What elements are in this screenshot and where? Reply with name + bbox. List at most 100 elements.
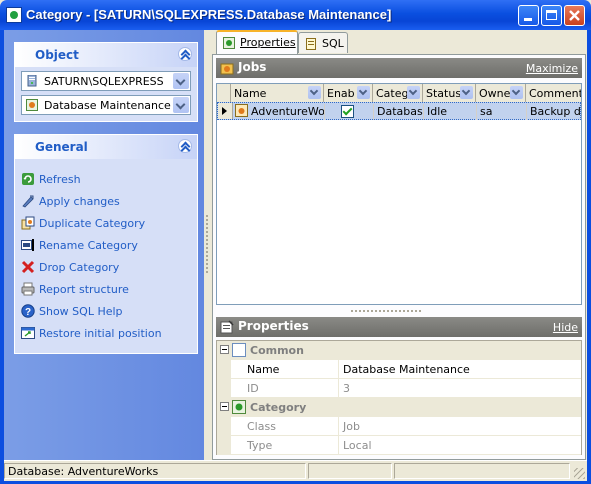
property-type-value: Local: [343, 439, 372, 452]
status-bar: Database: AdventureWorks: [4, 460, 587, 481]
filter-dropdown-icon[interactable]: [308, 86, 321, 99]
filter-dropdown-icon[interactable]: [357, 86, 370, 99]
hide-link[interactable]: Hide: [553, 321, 578, 334]
general-group: General Refresh Apply changes Duplicate …: [14, 134, 198, 354]
category-select[interactable]: Database Maintenance: [21, 95, 191, 115]
property-gutter: [217, 360, 231, 379]
collapse-icon[interactable]: [178, 139, 192, 153]
property-divider: [338, 379, 339, 398]
jobs-grid-header: Name Enab Categ Status Owne Comment: [217, 84, 581, 103]
maximize-icon: [546, 10, 557, 20]
object-group: Object SATURN\SQLEXPRESS Database Mainte…: [14, 42, 198, 122]
jobs-panel-title: Jobs: [238, 60, 267, 74]
vertical-splitter[interactable]: [204, 30, 210, 460]
filter-dropdown-icon[interactable]: [460, 86, 473, 99]
tab-strip: Properties SQL: [212, 30, 586, 54]
title-bar[interactable]: Category - [SATURN\SQLEXPRESS.Database M…: [0, 0, 591, 30]
object-group-title: Object: [35, 48, 79, 62]
minimize-button[interactable]: [518, 5, 539, 26]
property-row-type[interactable]: Type Local: [217, 436, 581, 455]
report-structure-action[interactable]: Report structure: [21, 281, 193, 299]
maximize-link[interactable]: Maximize: [526, 62, 578, 75]
refresh-icon: [22, 173, 34, 185]
column-status-label: Status: [426, 87, 462, 100]
show-sql-help-action[interactable]: ? Show SQL Help: [21, 303, 193, 321]
section-common[interactable]: Common: [217, 341, 581, 360]
chevron-down-icon[interactable]: [173, 73, 189, 89]
duplicate-category-action[interactable]: Duplicate Category: [21, 215, 193, 233]
refresh-action[interactable]: Refresh: [21, 171, 193, 189]
common-section-icon: [232, 343, 246, 357]
cell-name[interactable]: AdventureWor: [232, 104, 325, 120]
column-owner[interactable]: Owne: [476, 84, 526, 102]
properties-panel-title: Properties: [238, 319, 309, 333]
sql-tab-icon: [306, 38, 316, 50]
section-common-title: Common: [250, 344, 304, 357]
section-category[interactable]: Category: [217, 398, 581, 417]
chevron-down-icon[interactable]: [173, 97, 189, 113]
enabled-checkbox[interactable]: [341, 105, 354, 118]
property-row-id[interactable]: ID 3: [217, 379, 581, 398]
property-row-name[interactable]: Name Database Maintenance: [217, 360, 581, 379]
collapse-icon[interactable]: [178, 47, 192, 61]
restore-position-action[interactable]: Restore initial position: [21, 325, 193, 343]
server-select[interactable]: SATURN\SQLEXPRESS: [21, 71, 191, 91]
column-category-label: Categ: [376, 87, 409, 100]
property-name-value[interactable]: Database Maintenance: [343, 363, 470, 376]
drop-icon: [21, 260, 35, 274]
maximize-button[interactable]: [541, 5, 562, 26]
properties-tab-icon: [223, 37, 235, 49]
rename-category-label: Rename Category: [39, 239, 138, 252]
collapse-section-icon[interactable]: [220, 402, 229, 411]
general-group-title: General: [35, 140, 88, 154]
status-database-text: Database: AdventureWorks: [8, 465, 159, 478]
apply-changes-action[interactable]: Apply changes: [21, 193, 193, 211]
category-window: Category - [SATURN\SQLEXPRESS.Database M…: [0, 0, 591, 484]
status-panel-2: [308, 463, 392, 479]
job-icon: [235, 104, 248, 117]
drop-category-action[interactable]: Drop Category: [21, 259, 193, 277]
tab-properties[interactable]: Properties: [216, 30, 298, 54]
property-class-label: Class: [247, 420, 276, 433]
cell-enabled[interactable]: [325, 104, 374, 120]
cell-status[interactable]: Idle: [424, 104, 477, 120]
apply-icon: [22, 195, 34, 208]
property-row-class[interactable]: Class Job: [217, 417, 581, 436]
close-button[interactable]: [564, 5, 585, 26]
filter-dropdown-icon[interactable]: [510, 86, 523, 99]
show-sql-help-label: Show SQL Help: [39, 305, 123, 318]
table-row[interactable]: AdventureWor Database Idle sa Backup d: [217, 102, 581, 120]
tab-sql-label: SQL: [322, 37, 344, 50]
drop-category-label: Drop Category: [39, 261, 120, 274]
column-enabled-label: Enab: [327, 87, 355, 100]
object-group-header[interactable]: Object: [15, 43, 197, 67]
minimize-icon: [524, 18, 532, 21]
column-enabled[interactable]: Enab: [324, 84, 373, 102]
refresh-label: Refresh: [39, 173, 81, 186]
column-category[interactable]: Categ: [373, 84, 423, 102]
column-name[interactable]: Name: [231, 84, 324, 102]
tab-content: Jobs Maximize Name Enab Categ Status Own…: [212, 54, 586, 460]
app-icon: [6, 7, 22, 23]
cell-comment[interactable]: Backup d: [527, 104, 582, 120]
tab-sql[interactable]: SQL: [298, 32, 348, 53]
restore-position-label: Restore initial position: [39, 327, 162, 340]
collapse-section-icon[interactable]: [220, 345, 229, 354]
restore-icon: [21, 327, 35, 339]
property-grid: Common Name Database Maintenance ID 3 Ca…: [216, 340, 582, 455]
cell-category[interactable]: Database: [374, 104, 424, 120]
status-panel-3: [394, 463, 570, 479]
horizontal-splitter[interactable]: [216, 307, 582, 315]
resize-grip-icon[interactable]: [574, 468, 585, 479]
splitter-grip: [351, 310, 421, 312]
column-status[interactable]: Status: [423, 84, 476, 102]
report-structure-label: Report structure: [39, 283, 129, 296]
navigation-pane: Object SATURN\SQLEXPRESS Database Mainte…: [4, 30, 204, 460]
column-comment[interactable]: Comment: [526, 84, 581, 102]
category-section-icon: [232, 400, 246, 414]
jobs-grid[interactable]: Name Enab Categ Status Owne Comment Adve…: [216, 83, 582, 305]
cell-owner[interactable]: sa: [477, 104, 527, 120]
filter-dropdown-icon[interactable]: [407, 86, 420, 99]
rename-category-action[interactable]: Rename Category: [21, 237, 193, 255]
general-group-header[interactable]: General: [15, 135, 197, 159]
